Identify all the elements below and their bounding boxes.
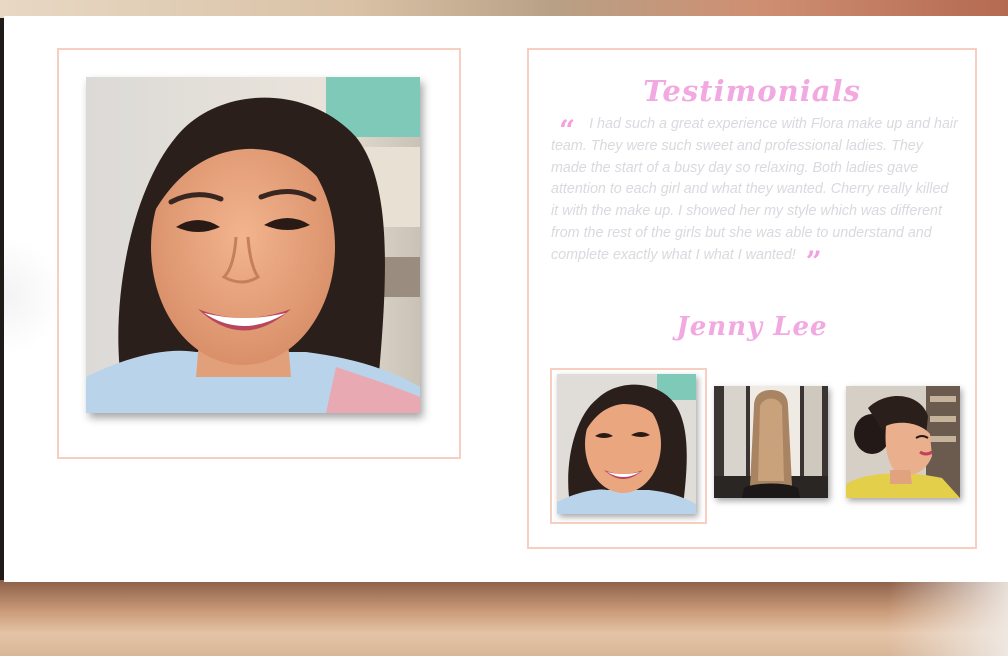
close-quote-icon: ”: [805, 244, 822, 278]
open-quote-icon: “: [559, 114, 576, 147]
thumbnail-2-long-hair-back[interactable]: [714, 386, 828, 498]
thumbnail-1-smiling-portrait[interactable]: [557, 374, 696, 514]
thumbnail-3-updo-profile[interactable]: [846, 386, 960, 498]
background-bottom-strip: [0, 580, 1008, 656]
testimonial-quote-text: I had such a great experience with Flora…: [551, 116, 958, 263]
testimonial-author: Jenny Lee: [676, 312, 828, 342]
main-portrait-image: [86, 77, 420, 413]
testimonial-quote: “I had such a great experience with Flor…: [551, 114, 959, 275]
testimonials-heading: Testimonials: [643, 74, 861, 108]
